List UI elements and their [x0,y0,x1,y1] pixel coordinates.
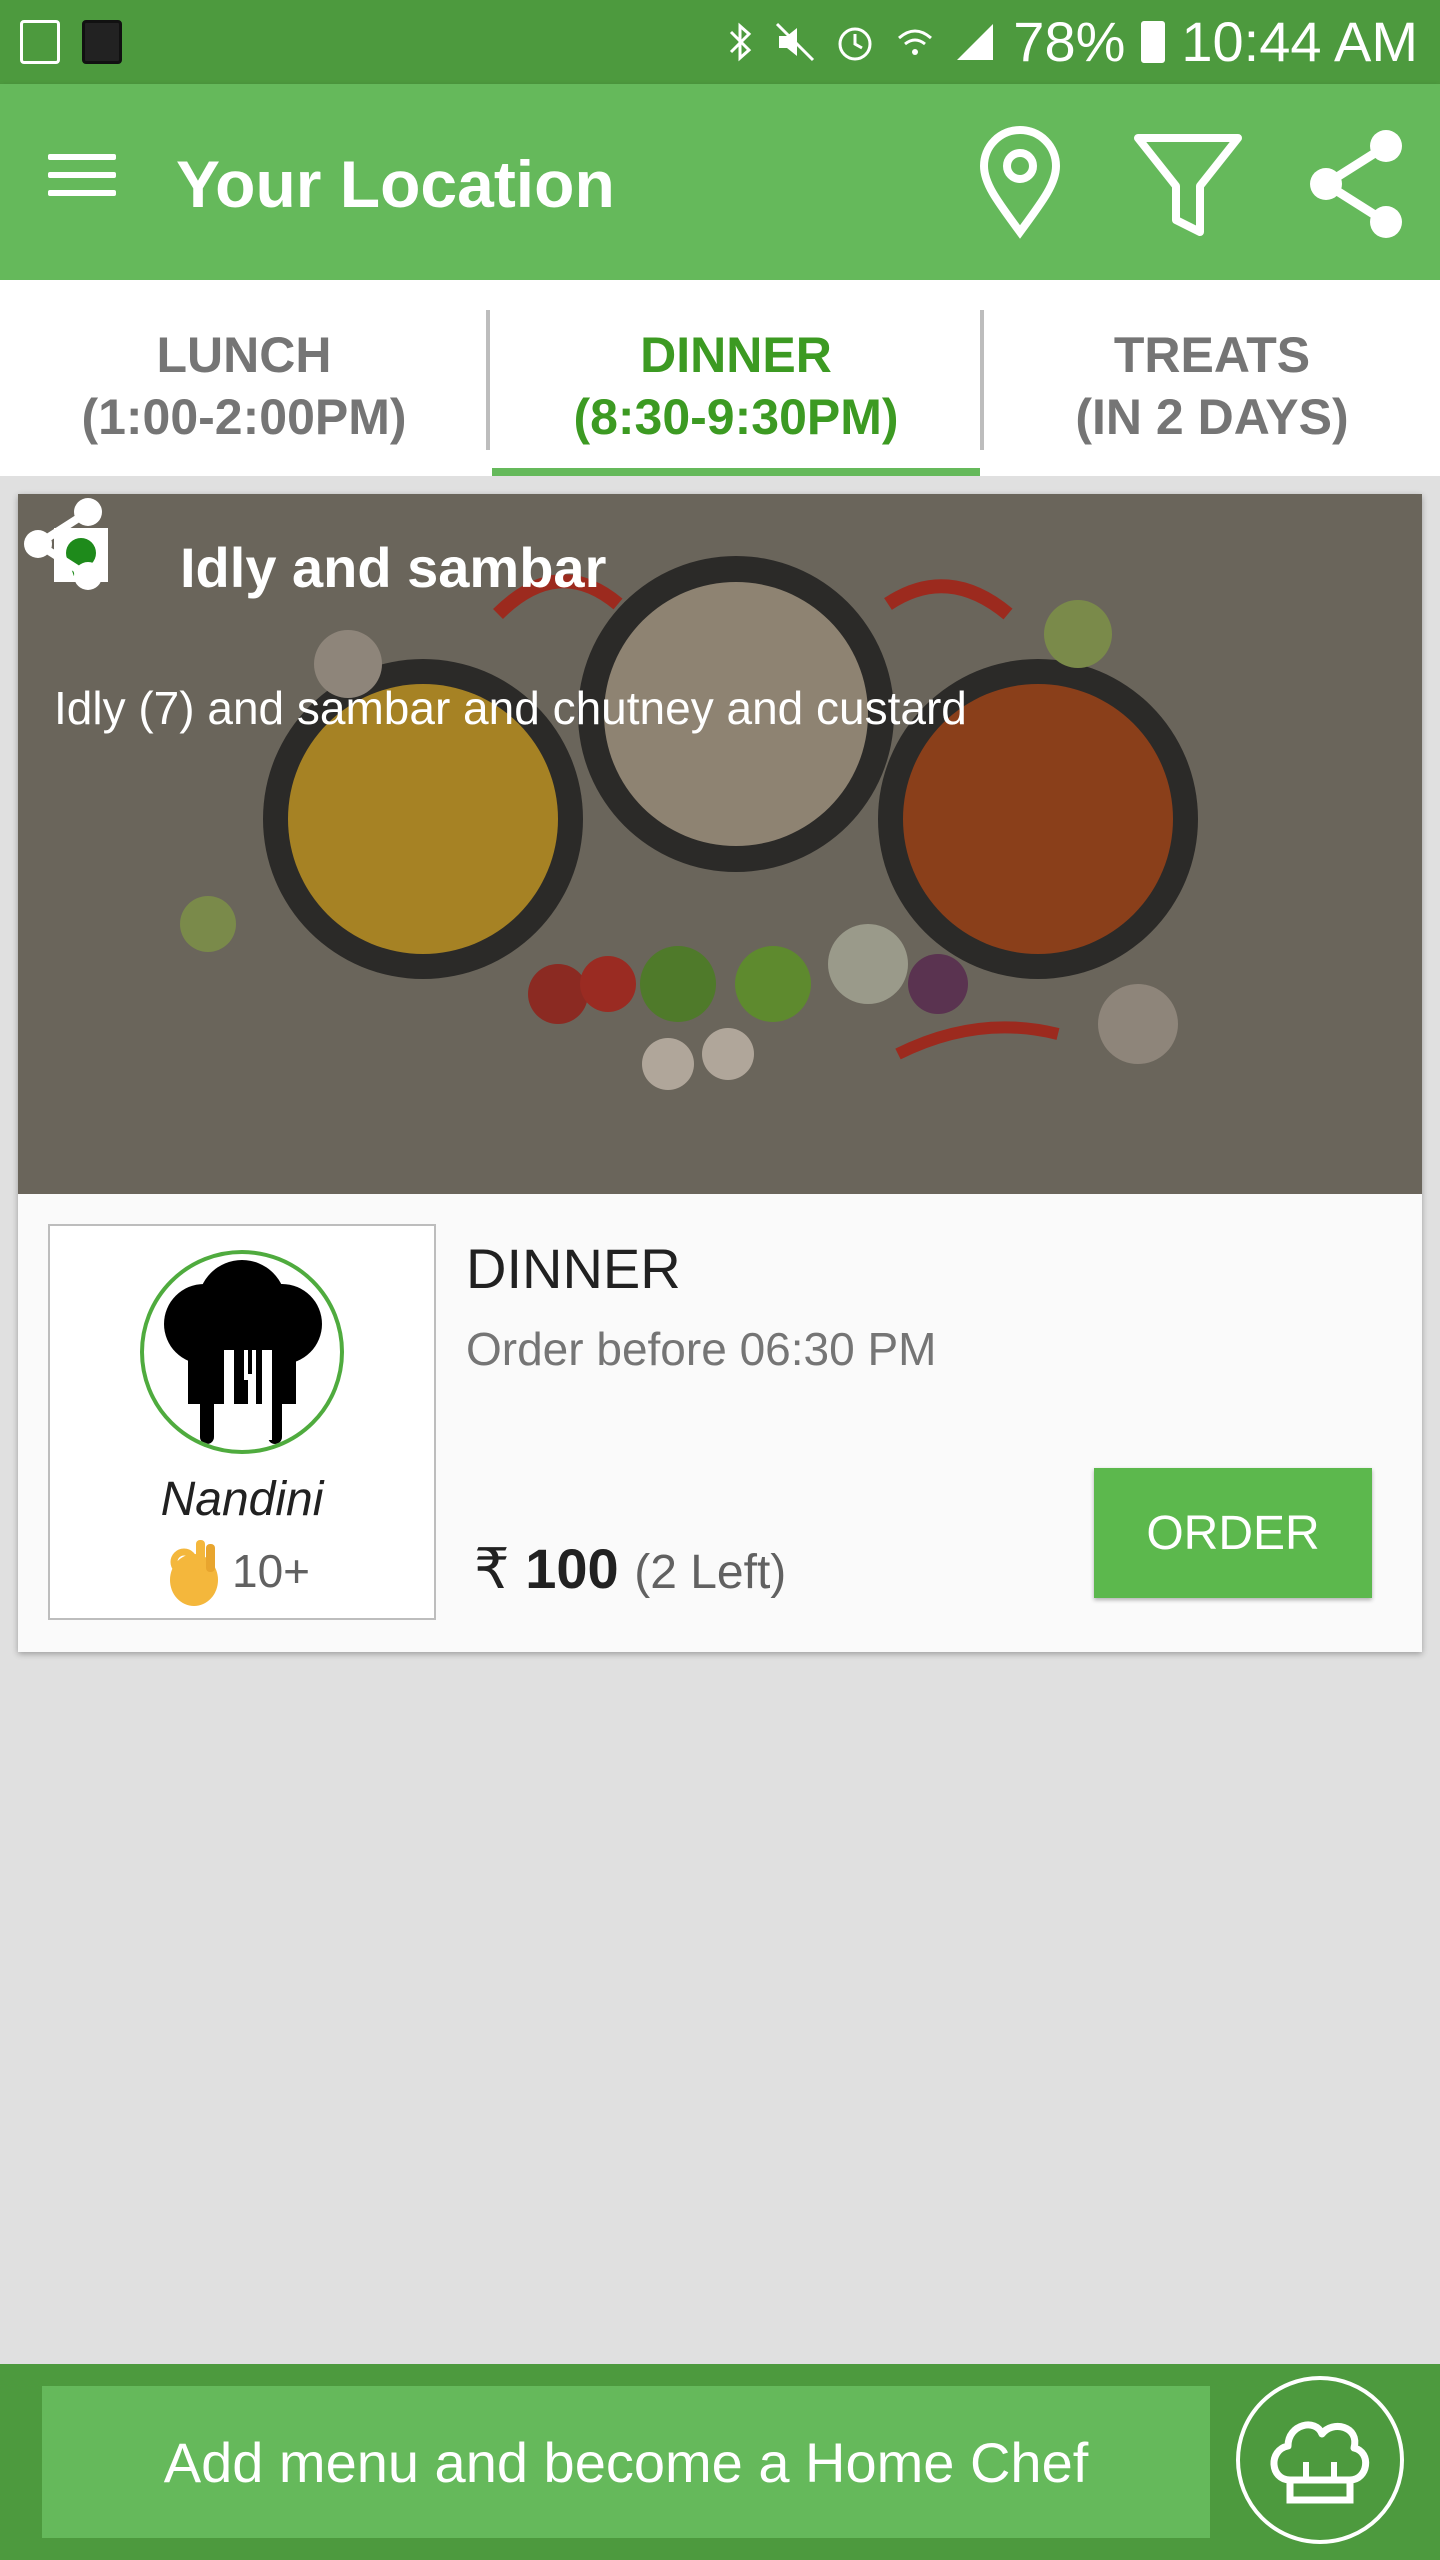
tab-lunch-label: LUNCH [156,327,332,383]
tab-dinner-label: DINNER [640,327,832,383]
dish-description: Idly (7) and sambar and chutney and cust… [54,682,967,734]
tab-dinner[interactable]: DINNER (8:30-9:30PM) [498,280,974,476]
active-tab-indicator [492,468,980,476]
mute-icon [776,22,815,62]
clock: 10:44 AM [1181,10,1418,73]
avatar [140,1250,344,1454]
order-button[interactable]: ORDER [1094,1468,1372,1598]
tab-treats[interactable]: TREATS (IN 2 DAYS) [974,280,1440,476]
location-pin-icon[interactable] [960,124,1080,244]
bluetooth-icon [730,22,752,62]
price-value: 100 [525,1537,619,1600]
dish-image: VEG Idly and sambar Idly (7) and sambar … [18,494,1422,1194]
currency-symbol: ₹ [474,1537,510,1600]
ok-hand-icon [170,1540,218,1606]
wifi-call-icon [898,29,933,55]
rating: 10+ [162,1534,310,1608]
order-deadline: Order before 06:30 PM [466,1323,937,1375]
tab-dinner-time: (8:30-9:30PM) [573,389,899,445]
chef-mode-button[interactable] [1236,2376,1404,2544]
chef-hat-icon [164,1260,322,1444]
meal-tabs: LUNCH (1:00-2:00PM) DINNER (8:30-9:30PM)… [0,280,1440,476]
chef-profile[interactable]: Nandini 10+ [48,1224,436,1620]
signal-icon [957,24,994,60]
app-bar: Your Location [0,84,1440,280]
add-menu-button[interactable]: Add menu and become a Home Chef [42,2386,1210,2538]
share-icon[interactable] [18,494,110,594]
tab-lunch-time: (1:00-2:00PM) [81,389,407,445]
battery-icon [1141,21,1166,63]
price: ₹ 100 (2 Left) [474,1536,786,1602]
tab-treats-time: (IN 2 DAYS) [1075,389,1349,445]
battery-percentage: 78% [1013,10,1126,73]
chef-name: Nandini [160,1473,324,1526]
rating-count: 10+ [232,1545,311,1597]
gallery-notification-icon [20,20,60,64]
tab-divider [486,310,490,450]
meal-type: DINNER [466,1237,681,1300]
dish-title: Idly and sambar [180,536,607,599]
app-notification-icon [82,20,122,64]
bottom-bar: Add menu and become a Home Chef [0,2364,1440,2560]
alarm-icon [838,27,872,61]
share-icon[interactable] [1296,124,1416,244]
tab-lunch[interactable]: LUNCH (1:00-2:00PM) [6,280,482,476]
filter-icon[interactable] [1128,124,1248,244]
status-bar: 78% 10:44 AM [0,0,1440,84]
remaining-count: (2 Left) [634,1546,787,1599]
meal-card[interactable]: VEG Idly and sambar Idly (7) and sambar … [18,494,1422,1652]
menu-icon[interactable] [42,144,122,220]
tab-treats-label: TREATS [1113,327,1311,383]
page-title: Your Location [176,147,615,221]
chef-hat-icon [1270,2421,1370,2504]
